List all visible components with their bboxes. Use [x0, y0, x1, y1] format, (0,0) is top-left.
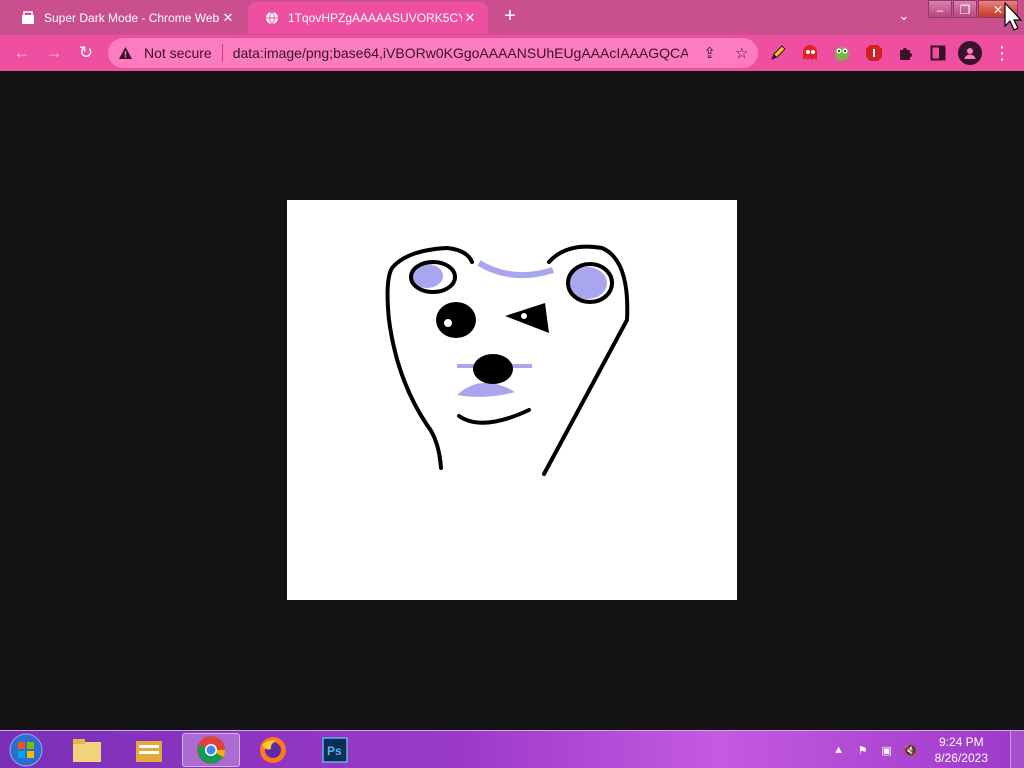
- tab-close-icon[interactable]: ✕: [220, 10, 236, 26]
- tab-strip: Super Dark Mode - Chrome Web Store ✕ 1Tq…: [0, 0, 1024, 35]
- tab-data-image[interactable]: 1TqovHPZgAAAAASUVORK5CYII= ✕: [248, 2, 488, 34]
- clock-time: 9:24 PM: [938, 735, 984, 749]
- more-menu-icon[interactable]: ⋮: [992, 41, 1012, 65]
- globe-icon: [264, 10, 280, 26]
- forward-arrow-icon[interactable]: →: [42, 41, 66, 65]
- clock-date: 8/26/2023: [934, 751, 988, 765]
- tab-title: 1TqovHPZgAAAAASUVORK5CYII=: [288, 11, 462, 25]
- photoshop-icon[interactable]: Ps: [306, 733, 364, 767]
- file-manager-icon[interactable]: [120, 733, 178, 767]
- volume-muted-icon[interactable]: 🔇: [901, 742, 921, 758]
- start-button[interactable]: [6, 733, 46, 767]
- address-bar[interactable]: Not secure data:image/png;base64,iVBORw0…: [108, 38, 758, 68]
- new-tab-button[interactable]: +: [498, 4, 522, 28]
- folder-icon[interactable]: [58, 733, 116, 767]
- firefox-icon[interactable]: [244, 733, 302, 767]
- show-desktop-button[interactable]: [1010, 731, 1024, 768]
- back-arrow-icon[interactable]: ←: [10, 41, 34, 65]
- page-content: [0, 71, 1024, 730]
- security-label[interactable]: Not secure: [144, 45, 212, 61]
- restore-button[interactable]: ❐: [953, 0, 977, 18]
- action-center-flag-icon[interactable]: ⚑: [853, 742, 873, 758]
- pacman-ghost-extension-icon[interactable]: [800, 43, 820, 63]
- profile-avatar-icon[interactable]: [958, 41, 982, 65]
- clock[interactable]: 9:24 PM 8/26/2023: [935, 734, 988, 766]
- show-hidden-icons-icon[interactable]: ▲: [829, 742, 849, 758]
- warning-icon[interactable]: [118, 46, 134, 60]
- system-tray: ▲ ⚑ ▣ 🔇 9:24 PM 8/26/2023: [829, 731, 988, 768]
- pencil-extension-icon[interactable]: [768, 43, 788, 63]
- frog-extension-icon[interactable]: [832, 43, 852, 63]
- windows-taskbar: Ps ▲ ⚑ ▣ 🔇 9:24 PM 8/26/2023: [0, 730, 1024, 768]
- share-icon[interactable]: ⇪: [700, 43, 720, 63]
- reload-icon[interactable]: ↻: [74, 41, 98, 65]
- tab-webstore[interactable]: Super Dark Mode - Chrome Web Store ✕: [4, 2, 246, 34]
- tab-close-icon[interactable]: ✕: [462, 10, 478, 26]
- svg-text:Ps: Ps: [327, 744, 342, 758]
- tab-search-chevron-icon[interactable]: ⌄: [894, 8, 914, 26]
- mouse-cursor-icon: [1004, 2, 1023, 31]
- minimize-button[interactable]: –: [928, 0, 952, 18]
- tab-title: Super Dark Mode - Chrome Web Store: [44, 11, 220, 25]
- url-text[interactable]: data:image/png;base64,iVBORw0KGgoAAAANSU…: [233, 45, 688, 61]
- bookmark-star-icon[interactable]: ☆: [732, 43, 752, 63]
- displayed-image: [287, 200, 737, 600]
- webstore-icon: [20, 10, 36, 26]
- face-drawing: [385, 244, 630, 476]
- chrome-icon[interactable]: [182, 733, 240, 767]
- puzzle-extensions-icon[interactable]: [896, 43, 916, 63]
- browser-toolbar: ← → ↻ Not secure data:image/png;base64,i…: [0, 35, 1024, 71]
- adblock-extension-icon[interactable]: [864, 43, 884, 63]
- network-icon[interactable]: ▣: [877, 742, 897, 758]
- omnibox-divider: [221, 44, 223, 62]
- side-panel-icon[interactable]: [928, 43, 948, 63]
